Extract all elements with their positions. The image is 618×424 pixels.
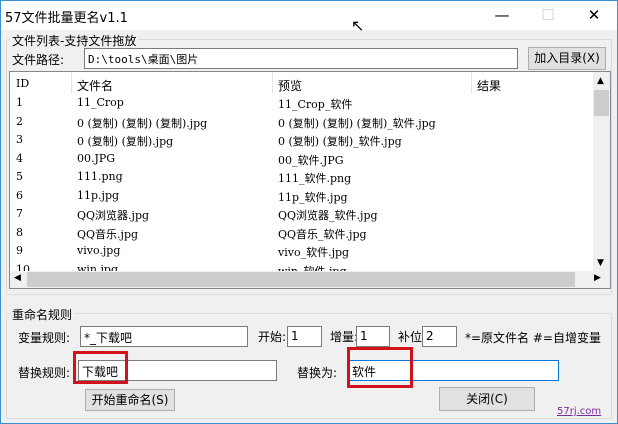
- table-row[interactable]: 2 0 (复制) (复制) (复制).jpg 0 (复制) (复制) (复制)_软件…: [10, 114, 594, 132]
- cell-name: vivo.jpg: [77, 244, 121, 257]
- replace-rule-label: 替换规则:: [18, 366, 71, 380]
- cell-id: 9: [16, 244, 23, 257]
- var-rule-label: 变量规则:: [18, 331, 71, 345]
- cell-preview: 00_软件.JPG: [278, 153, 344, 167]
- title-bar: 57文件批量更名v1.1 — ☐ ✕: [1, 1, 617, 30]
- cell-preview: vivo_软件.jpg: [278, 246, 350, 259]
- start-label: 开始:: [258, 330, 287, 344]
- column-preview[interactable]: 预览: [278, 77, 302, 94]
- cell-name: 00.JPG: [77, 151, 116, 165]
- cell-preview: 0 (复制) (复制) (复制)_软件.jpg: [278, 116, 436, 130]
- step-label: 增量:: [330, 330, 359, 344]
- vertical-scroll-thumb[interactable]: [594, 90, 609, 116]
- mouse-cursor-icon: ↖: [351, 16, 365, 35]
- cell-id: 8: [16, 225, 23, 239]
- scroll-left-icon[interactable]: ◀: [14, 273, 21, 283]
- cell-name: QQ音乐.jpg: [77, 227, 139, 241]
- highlight-box: [73, 351, 128, 384]
- cell-id: 4: [16, 151, 23, 165]
- cell-name: 11_Crop: [77, 96, 124, 109]
- close-window-button[interactable]: ✕: [571, 1, 617, 30]
- cell-preview: 111_软件.png: [278, 172, 352, 185]
- table-row[interactable]: 7 QQ浏览器.jpg QQ浏览器_软件.jpg: [10, 206, 594, 224]
- step-input[interactable]: 1: [356, 326, 390, 347]
- column-id[interactable]: ID: [16, 77, 29, 90]
- replace-with-label: 替换为:: [297, 366, 338, 380]
- table-row[interactable]: 3 0 (复制) (复制).jpg 0 (复制) (复制)_软件.jpg: [10, 132, 594, 150]
- table-row[interactable]: 1 11_Crop 11_Crop_软件: [10, 95, 594, 113]
- table-row[interactable]: 8 QQ音乐.jpg QQ音乐_软件.jpg: [10, 225, 594, 243]
- file-list-group-title: 文件列表-支持文件拖放: [10, 32, 139, 49]
- window-title: 57文件批量更名v1.1: [5, 11, 128, 26]
- scroll-up-icon[interactable]: ▲: [597, 76, 604, 86]
- maximize-button[interactable]: ☐: [525, 1, 571, 30]
- cell-preview: QQ浏览器_软件.jpg: [278, 209, 378, 222]
- start-rename-button[interactable]: 开始重命名(S): [85, 389, 175, 411]
- scroll-down-icon[interactable]: ▼: [597, 258, 604, 268]
- pad-input[interactable]: 2: [422, 326, 457, 347]
- cell-name: QQ浏览器.jpg: [77, 209, 150, 222]
- list-header: ID 文件名 预览 结果: [10, 72, 594, 96]
- cell-id: 1: [16, 96, 23, 109]
- cell-id: 6: [16, 188, 23, 202]
- cell-preview: 11_Crop_软件: [278, 98, 353, 111]
- rename-rules-title: 重命名规则: [10, 306, 75, 323]
- cell-id: 3: [16, 133, 23, 146]
- column-result[interactable]: 结果: [477, 77, 501, 94]
- cell-name: 111.png: [77, 170, 123, 183]
- horizontal-scrollbar[interactable]: ◀ ▶: [10, 271, 610, 288]
- path-input[interactable]: D:\tools\桌面\图片: [84, 48, 518, 69]
- vertical-scrollbar[interactable]: ▲ ▼: [593, 72, 610, 272]
- var-rule-input[interactable]: *_下载吧: [80, 326, 248, 347]
- app-window: 57文件批量更名v1.1 — ☐ ✕ 文件列表-支持文件拖放 文件路径: D:\…: [0, 0, 618, 424]
- cell-preview: 11p_软件.jpg: [278, 190, 348, 204]
- add-directory-button[interactable]: 加入目录(X): [528, 47, 606, 70]
- path-label: 文件路径:: [12, 53, 65, 67]
- cell-id: 2: [16, 114, 23, 128]
- table-row[interactable]: 5 111.png 111_软件.png: [10, 169, 594, 187]
- cell-name: 0 (复制) (复制) (复制).jpg: [77, 116, 208, 130]
- cell-preview: QQ音乐_软件.jpg: [278, 227, 367, 241]
- minimize-button[interactable]: —: [479, 1, 525, 30]
- scroll-right-icon[interactable]: ▶: [594, 273, 601, 283]
- column-filename[interactable]: 文件名: [77, 77, 113, 94]
- file-list[interactable]: ID 文件名 预览 结果 1 11_Crop 11_Crop_软件 2 0 (复制) (…: [9, 71, 611, 289]
- cell-name: 0 (复制) (复制).jpg: [77, 135, 174, 148]
- table-row[interactable]: 4 00.JPG 00_软件.JPG: [10, 151, 594, 169]
- cell-id: 7: [16, 207, 23, 220]
- table-row[interactable]: 6 11p.jpg 11p_软件.jpg: [10, 188, 594, 206]
- close-button[interactable]: 关闭(C): [439, 387, 535, 411]
- start-input[interactable]: 1: [287, 326, 322, 347]
- rule-note: *=原文件名 #=自增变量: [465, 331, 601, 345]
- cell-id: 5: [16, 170, 23, 183]
- horizontal-scroll-thumb[interactable]: [27, 272, 575, 287]
- highlight-box: [347, 347, 413, 388]
- watermark-link: 57rj.com: [557, 406, 602, 417]
- table-row[interactable]: 9 vivo.jpg vivo_软件.jpg: [10, 243, 594, 261]
- cell-name: 11p.jpg: [77, 188, 120, 202]
- cell-preview: 0 (复制) (复制)_软件.jpg: [278, 135, 402, 148]
